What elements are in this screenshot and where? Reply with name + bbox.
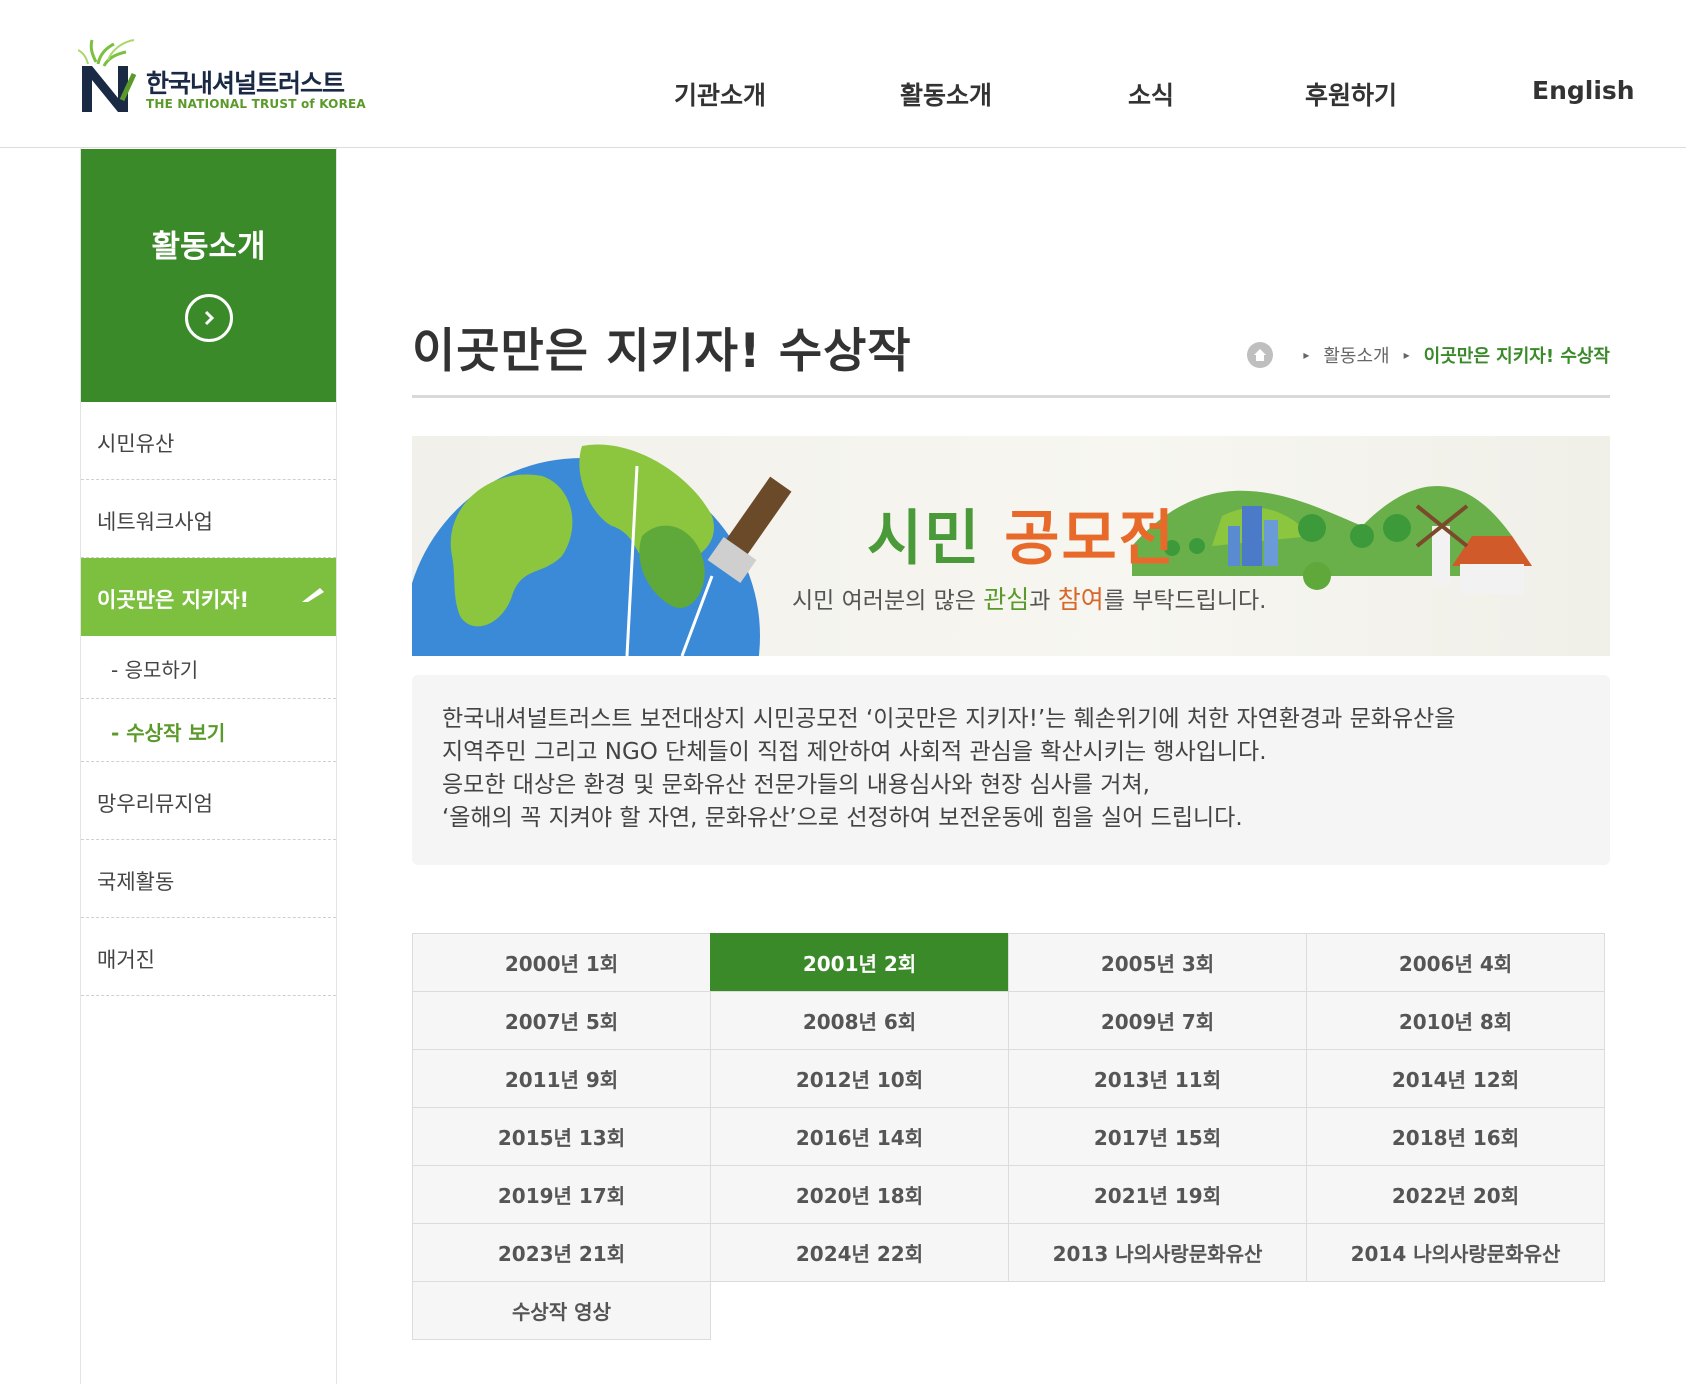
nav-support[interactable]: 후원하기 <box>1305 76 1397 112</box>
year-tab[interactable]: 2012년 10회 <box>710 1049 1009 1108</box>
year-tab[interactable]: 2009년 7회 <box>1008 991 1307 1050</box>
sidebar-subitem-apply[interactable]: - 응모하기 <box>81 636 336 699</box>
year-tab[interactable]: 2022년 20회 <box>1306 1165 1605 1224</box>
year-tab-selected[interactable]: 2001년 2회 <box>710 933 1009 992</box>
banner-sub-text: 시민 여러분의 많은 <box>792 588 984 614</box>
nav-english[interactable]: English <box>1532 76 1635 105</box>
intro-line: 지역주민 그리고 NGO 단체들이 직접 제안하여 사회적 관심을 확산시키는 … <box>442 739 1267 765</box>
page-title: 이곳만은 지키자! 수상작 <box>412 324 912 379</box>
sidebar: 활동소개 시민유산 네트워크사업 이곳만은 지키자! - 응모하기 - 수상작 … <box>80 148 337 1384</box>
nav-activities[interactable]: 활동소개 <box>900 76 992 112</box>
awards-video-tab[interactable]: 수상작 영상 <box>412 1281 711 1340</box>
intro-box: 한국내셔널트러스트 보전대상지 시민공모전 ‘이곳만은 지키자!’는 훼손위기에… <box>412 675 1610 865</box>
breadcrumb-activities[interactable]: 활동소개 <box>1323 342 1389 368</box>
sidebar-item-magazine[interactable]: 매거진 <box>81 918 336 996</box>
sidebar-header: 활동소개 <box>81 149 336 402</box>
sidebar-subitem-view-awards[interactable]: - 수상작 보기 <box>81 699 336 762</box>
banner-sub-text: 를 부탁드립니다. <box>1103 588 1267 614</box>
year-tab[interactable]: 2018년 16회 <box>1306 1107 1605 1166</box>
year-tab[interactable]: 2013 나의사랑문화유산 <box>1008 1223 1307 1282</box>
breadcrumb-separator: ▸ <box>1303 348 1310 362</box>
banner-title: 시민 공모전 <box>867 490 1176 577</box>
year-tab[interactable]: 2014 나의사랑문화유산 <box>1306 1223 1605 1282</box>
year-tab[interactable]: 2020년 18회 <box>710 1165 1009 1224</box>
sidebar-item-civic-heritage[interactable]: 시민유산 <box>81 402 336 480</box>
year-tab[interactable]: 2010년 8회 <box>1306 991 1605 1050</box>
year-tab[interactable]: 2005년 3회 <box>1008 933 1307 992</box>
title-divider <box>412 395 1610 398</box>
sidebar-item-international[interactable]: 국제활동 <box>81 840 336 918</box>
year-tab[interactable]: 2017년 15회 <box>1008 1107 1307 1166</box>
breadcrumb-current: 이곳만은 지키자! 수상작 <box>1423 346 1610 367</box>
banner-subtitle: 시민 여러분의 많은 관심과 참여를 부탁드립니다. <box>792 580 1266 616</box>
sidebar-menu: 시민유산 네트워크사업 이곳만은 지키자! - 응모하기 - 수상작 보기 망우… <box>81 402 336 996</box>
year-tab[interactable]: 2000년 1회 <box>412 933 711 992</box>
sidebar-more-button[interactable] <box>185 294 233 342</box>
year-tab[interactable]: 2008년 6회 <box>710 991 1009 1050</box>
year-tab[interactable]: 2013년 11회 <box>1008 1049 1307 1108</box>
nav-news[interactable]: 소식 <box>1128 76 1174 112</box>
year-tab[interactable]: 2024년 22회 <box>710 1223 1009 1282</box>
logo-text-english: THE NATIONAL TRUST of KOREA <box>146 97 366 111</box>
intro-line: 한국내셔널트러스트 보전대상지 시민공모전 ‘이곳만은 지키자!’는 훼손위기에… <box>442 706 1456 732</box>
banner-title-contest: 공모전 <box>1004 504 1176 574</box>
site-logo[interactable]: 한국내셔널트러스트 THE NATIONAL TRUST of KOREA <box>78 34 378 114</box>
banner-sub-participation: 참여 <box>1057 585 1104 614</box>
year-tab[interactable]: 2023년 21회 <box>412 1223 711 1282</box>
sidebar-item-protect-this-place[interactable]: 이곳만은 지키자! <box>81 558 336 636</box>
sidebar-item-label: 이곳만은 지키자! <box>97 588 250 612</box>
contest-banner: 시민 공모전 시민 여러분의 많은 관심과 참여를 부탁드립니다. <box>412 436 1610 656</box>
year-tab[interactable]: 2006년 4회 <box>1306 933 1605 992</box>
pencil-icon <box>302 588 324 602</box>
year-tab[interactable]: 2019년 17회 <box>412 1165 711 1224</box>
year-tab[interactable]: 2007년 5회 <box>412 991 711 1050</box>
banner-title-civic: 시민 <box>867 504 1005 574</box>
year-tab[interactable]: 2014년 12회 <box>1306 1049 1605 1108</box>
year-tab[interactable]: 2011년 9회 <box>412 1049 711 1108</box>
banner-sub-interest: 관심 <box>983 585 1030 614</box>
logo-text-korean: 한국내셔널트러스트 <box>146 69 345 98</box>
intro-line: 응모한 대상은 환경 및 문화유산 전문가들의 내용심사와 현장 심사를 거쳐, <box>442 772 1150 798</box>
sidebar-title: 활동소개 <box>151 229 266 265</box>
banner-sub-text: 과 <box>1029 588 1058 614</box>
chevron-right-icon <box>204 310 215 326</box>
nav-about[interactable]: 기관소개 <box>674 76 766 112</box>
year-tab[interactable]: 2021년 19회 <box>1008 1165 1307 1224</box>
logo-leaf-icon <box>78 39 137 112</box>
home-icon[interactable] <box>1247 342 1274 368</box>
breadcrumb-separator: ▸ <box>1403 348 1410 362</box>
breadcrumb: ▸ 활동소개 ▸ 이곳만은 지키자! 수상작 <box>1247 340 1610 370</box>
sidebar-item-network[interactable]: 네트워크사업 <box>81 480 336 558</box>
sidebar-item-mangwoori-museum[interactable]: 망우리뮤지엄 <box>81 762 336 840</box>
intro-line: ‘올해의 꼭 지켜야 할 자연, 문화유산’으로 선정하여 보전운동에 힘을 실… <box>442 805 1243 831</box>
site-header: 한국내셔널트러스트 THE NATIONAL TRUST of KOREA 기관… <box>0 0 1686 148</box>
year-tab[interactable]: 2016년 14회 <box>710 1107 1009 1166</box>
year-tab[interactable]: 2015년 13회 <box>412 1107 711 1166</box>
